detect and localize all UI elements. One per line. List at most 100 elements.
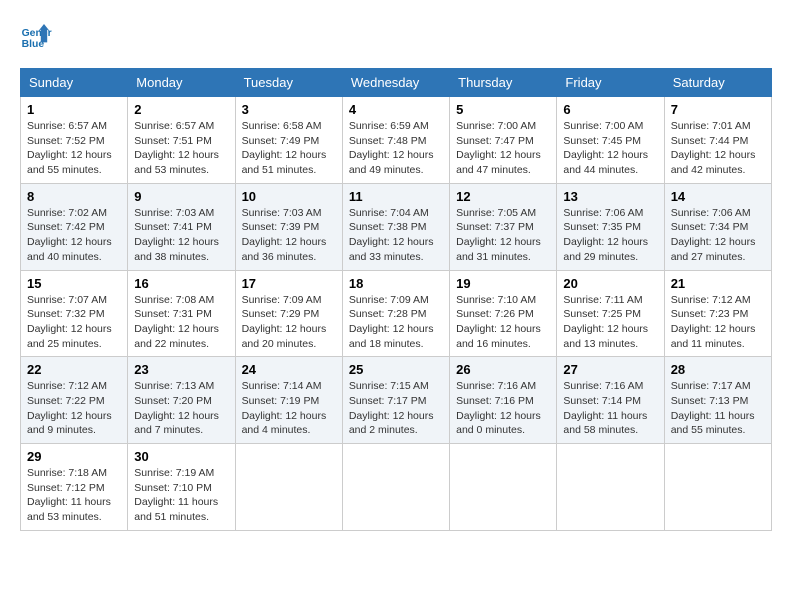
calendar-cell: 7 Sunrise: 7:01 AMSunset: 7:44 PMDaylight… bbox=[664, 97, 771, 184]
day-info: Sunrise: 7:05 AMSunset: 7:37 PMDaylight:… bbox=[456, 206, 550, 265]
day-info: Sunrise: 7:10 AMSunset: 7:26 PMDaylight:… bbox=[456, 293, 550, 352]
day-number: 8 bbox=[27, 189, 121, 204]
calendar-cell bbox=[235, 444, 342, 531]
day-number: 18 bbox=[349, 276, 443, 291]
calendar-body: 1 Sunrise: 6:57 AMSunset: 7:52 PMDaylight… bbox=[21, 97, 772, 531]
day-number: 10 bbox=[242, 189, 336, 204]
day-info: Sunrise: 6:57 AMSunset: 7:51 PMDaylight:… bbox=[134, 119, 228, 178]
calendar-cell bbox=[557, 444, 664, 531]
calendar-cell: 8 Sunrise: 7:02 AMSunset: 7:42 PMDaylight… bbox=[21, 183, 128, 270]
calendar-cell: 12 Sunrise: 7:05 AMSunset: 7:37 PMDayligh… bbox=[450, 183, 557, 270]
calendar-week-3: 15 Sunrise: 7:07 AMSunset: 7:32 PMDayligh… bbox=[21, 270, 772, 357]
calendar-cell: 9 Sunrise: 7:03 AMSunset: 7:41 PMDaylight… bbox=[128, 183, 235, 270]
day-info: Sunrise: 7:06 AMSunset: 7:34 PMDaylight:… bbox=[671, 206, 765, 265]
calendar-cell: 15 Sunrise: 7:07 AMSunset: 7:32 PMDayligh… bbox=[21, 270, 128, 357]
weekday-header-tuesday: Tuesday bbox=[235, 69, 342, 97]
calendar-cell: 25 Sunrise: 7:15 AMSunset: 7:17 PMDayligh… bbox=[342, 357, 449, 444]
day-number: 26 bbox=[456, 362, 550, 377]
day-number: 2 bbox=[134, 102, 228, 117]
calendar-cell: 1 Sunrise: 6:57 AMSunset: 7:52 PMDaylight… bbox=[21, 97, 128, 184]
day-number: 11 bbox=[349, 189, 443, 204]
calendar-cell: 11 Sunrise: 7:04 AMSunset: 7:38 PMDayligh… bbox=[342, 183, 449, 270]
calendar-cell: 10Sunrise: 7:03 AMSunset: 7:39 PMDayligh… bbox=[235, 183, 342, 270]
logo: General Blue bbox=[20, 20, 58, 52]
day-info: Sunrise: 7:09 AMSunset: 7:28 PMDaylight:… bbox=[349, 293, 443, 352]
day-number: 17 bbox=[242, 276, 336, 291]
calendar-cell: 20 Sunrise: 7:11 AMSunset: 7:25 PMDayligh… bbox=[557, 270, 664, 357]
day-number: 13 bbox=[563, 189, 657, 204]
day-info: Sunrise: 7:12 AMSunset: 7:23 PMDaylight:… bbox=[671, 293, 765, 352]
calendar-cell bbox=[342, 444, 449, 531]
day-number: 19 bbox=[456, 276, 550, 291]
calendar-cell: 30Sunrise: 7:19 AMSunset: 7:10 PMDayligh… bbox=[128, 444, 235, 531]
day-number: 16 bbox=[134, 276, 228, 291]
day-info: Sunrise: 7:09 AMSunset: 7:29 PMDaylight:… bbox=[242, 293, 336, 352]
weekday-header-wednesday: Wednesday bbox=[342, 69, 449, 97]
calendar-week-1: 1 Sunrise: 6:57 AMSunset: 7:52 PMDaylight… bbox=[21, 97, 772, 184]
calendar-cell: 14Sunrise: 7:06 AMSunset: 7:34 PMDayligh… bbox=[664, 183, 771, 270]
day-info: Sunrise: 7:12 AMSunset: 7:22 PMDaylight:… bbox=[27, 379, 121, 438]
calendar-cell: 19 Sunrise: 7:10 AMSunset: 7:26 PMDayligh… bbox=[450, 270, 557, 357]
day-info: Sunrise: 7:03 AMSunset: 7:41 PMDaylight:… bbox=[134, 206, 228, 265]
day-info: Sunrise: 7:16 AMSunset: 7:16 PMDaylight:… bbox=[456, 379, 550, 438]
day-info: Sunrise: 6:59 AMSunset: 7:48 PMDaylight:… bbox=[349, 119, 443, 178]
day-number: 20 bbox=[563, 276, 657, 291]
day-number: 7 bbox=[671, 102, 765, 117]
day-info: Sunrise: 7:00 AMSunset: 7:45 PMDaylight:… bbox=[563, 119, 657, 178]
day-info: Sunrise: 7:07 AMSunset: 7:32 PMDaylight:… bbox=[27, 293, 121, 352]
calendar-cell: 13Sunrise: 7:06 AMSunset: 7:35 PMDayligh… bbox=[557, 183, 664, 270]
day-info: Sunrise: 7:04 AMSunset: 7:38 PMDaylight:… bbox=[349, 206, 443, 265]
day-number: 6 bbox=[563, 102, 657, 117]
calendar-week-2: 8 Sunrise: 7:02 AMSunset: 7:42 PMDaylight… bbox=[21, 183, 772, 270]
calendar-cell: 16 Sunrise: 7:08 AMSunset: 7:31 PMDayligh… bbox=[128, 270, 235, 357]
day-info: Sunrise: 7:16 AMSunset: 7:14 PMDaylight:… bbox=[563, 379, 657, 438]
calendar-cell: 23 Sunrise: 7:13 AMSunset: 7:20 PMDayligh… bbox=[128, 357, 235, 444]
weekday-header-thursday: Thursday bbox=[450, 69, 557, 97]
calendar-cell: 26 Sunrise: 7:16 AMSunset: 7:16 PMDayligh… bbox=[450, 357, 557, 444]
page-header: General Blue bbox=[20, 20, 772, 52]
calendar-cell: 24 Sunrise: 7:14 AMSunset: 7:19 PMDayligh… bbox=[235, 357, 342, 444]
day-info: Sunrise: 7:14 AMSunset: 7:19 PMDaylight:… bbox=[242, 379, 336, 438]
calendar-cell: 27 Sunrise: 7:16 AMSunset: 7:14 PMDayligh… bbox=[557, 357, 664, 444]
weekday-header-friday: Friday bbox=[557, 69, 664, 97]
day-info: Sunrise: 7:19 AMSunset: 7:10 PMDaylight:… bbox=[134, 466, 228, 525]
day-info: Sunrise: 7:13 AMSunset: 7:20 PMDaylight:… bbox=[134, 379, 228, 438]
day-number: 4 bbox=[349, 102, 443, 117]
calendar-cell: 17 Sunrise: 7:09 AMSunset: 7:29 PMDayligh… bbox=[235, 270, 342, 357]
calendar-week-5: 29Sunrise: 7:18 AMSunset: 7:12 PMDayligh… bbox=[21, 444, 772, 531]
day-number: 24 bbox=[242, 362, 336, 377]
weekday-header-row: SundayMondayTuesdayWednesdayThursdayFrid… bbox=[21, 69, 772, 97]
day-number: 27 bbox=[563, 362, 657, 377]
day-number: 25 bbox=[349, 362, 443, 377]
day-number: 5 bbox=[456, 102, 550, 117]
day-info: Sunrise: 6:58 AMSunset: 7:49 PMDaylight:… bbox=[242, 119, 336, 178]
day-info: Sunrise: 7:15 AMSunset: 7:17 PMDaylight:… bbox=[349, 379, 443, 438]
calendar-week-4: 22 Sunrise: 7:12 AMSunset: 7:22 PMDayligh… bbox=[21, 357, 772, 444]
day-number: 29 bbox=[27, 449, 121, 464]
calendar-header: SundayMondayTuesdayWednesdayThursdayFrid… bbox=[21, 69, 772, 97]
day-number: 12 bbox=[456, 189, 550, 204]
calendar-cell: 3Sunrise: 6:58 AMSunset: 7:49 PMDaylight… bbox=[235, 97, 342, 184]
day-number: 22 bbox=[27, 362, 121, 377]
calendar-table: SundayMondayTuesdayWednesdayThursdayFrid… bbox=[20, 68, 772, 531]
calendar-cell: 21 Sunrise: 7:12 AMSunset: 7:23 PMDayligh… bbox=[664, 270, 771, 357]
calendar-cell: 5Sunrise: 7:00 AMSunset: 7:47 PMDaylight… bbox=[450, 97, 557, 184]
day-info: Sunrise: 7:17 AMSunset: 7:13 PMDaylight:… bbox=[671, 379, 765, 438]
day-info: Sunrise: 7:11 AMSunset: 7:25 PMDaylight:… bbox=[563, 293, 657, 352]
day-info: Sunrise: 7:01 AMSunset: 7:44 PMDaylight:… bbox=[671, 119, 765, 178]
calendar-cell: 22 Sunrise: 7:12 AMSunset: 7:22 PMDayligh… bbox=[21, 357, 128, 444]
weekday-header-saturday: Saturday bbox=[664, 69, 771, 97]
day-number: 1 bbox=[27, 102, 121, 117]
day-number: 9 bbox=[134, 189, 228, 204]
day-number: 21 bbox=[671, 276, 765, 291]
day-number: 23 bbox=[134, 362, 228, 377]
calendar-cell: 28Sunrise: 7:17 AMSunset: 7:13 PMDayligh… bbox=[664, 357, 771, 444]
calendar-cell: 18 Sunrise: 7:09 AMSunset: 7:28 PMDayligh… bbox=[342, 270, 449, 357]
calendar-cell: 6 Sunrise: 7:00 AMSunset: 7:45 PMDaylight… bbox=[557, 97, 664, 184]
calendar-cell bbox=[664, 444, 771, 531]
day-number: 15 bbox=[27, 276, 121, 291]
day-info: Sunrise: 7:08 AMSunset: 7:31 PMDaylight:… bbox=[134, 293, 228, 352]
day-info: Sunrise: 7:02 AMSunset: 7:42 PMDaylight:… bbox=[27, 206, 121, 265]
day-info: Sunrise: 6:57 AMSunset: 7:52 PMDaylight:… bbox=[27, 119, 121, 178]
logo-icon: General Blue bbox=[20, 20, 52, 52]
